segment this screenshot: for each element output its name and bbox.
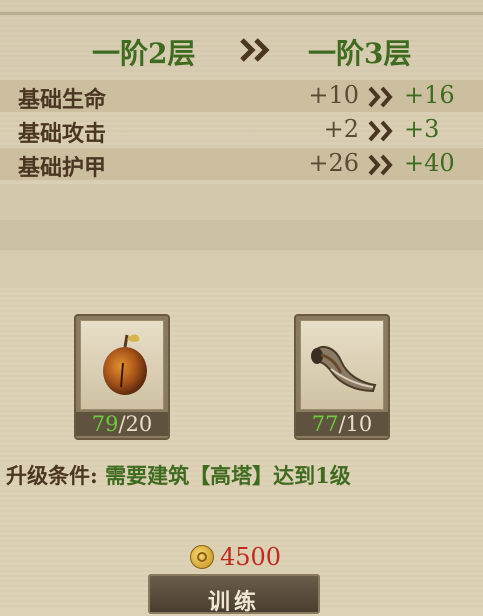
stat-row-hp: 基础生命 +10 +16: [0, 80, 483, 113]
material-icon-frame: [80, 320, 164, 410]
stat-from-value: +2: [323, 115, 359, 143]
tier-from: 一阶2层: [92, 37, 196, 70]
double-chevron-icon: [368, 86, 393, 108]
material-count: 77/10: [296, 412, 388, 436]
horn-icon: [311, 345, 377, 393]
cost-value: 4500: [220, 543, 282, 571]
divider-band: [0, 220, 483, 250]
stat-row-attack: 基础攻击 +2 +3: [0, 114, 483, 147]
material-need: /10: [338, 412, 373, 436]
stat-to-value: +3: [404, 115, 440, 143]
condition-text: 需要建筑【高塔】达到1级: [105, 463, 351, 488]
train-button[interactable]: 训练: [148, 574, 320, 615]
material-need: /20: [118, 412, 153, 436]
apple-icon: [103, 334, 147, 395]
divider-band: [0, 184, 483, 220]
stat-to-value: +40: [404, 149, 455, 177]
stat-label: 基础护甲: [18, 155, 107, 181]
divider-band: [0, 250, 483, 288]
upgrade-condition: 升级条件: 需要建筑【高塔】达到1级: [6, 460, 351, 490]
tier-to: 一阶3层: [308, 37, 412, 70]
material-slot-apple[interactable]: 79/20: [74, 314, 170, 440]
top-divider: [0, 12, 483, 15]
stat-from-value: +10: [308, 81, 359, 109]
tier-row: 一阶2层 一阶3层: [0, 30, 483, 74]
material-slot-horn[interactable]: 77/10: [294, 314, 390, 440]
material-count: 79/20: [76, 412, 168, 436]
double-chevron-icon: [240, 38, 270, 62]
condition-label: 升级条件:: [6, 463, 98, 488]
stat-to-value: +16: [404, 81, 455, 109]
double-chevron-icon: [368, 120, 393, 142]
upgrade-panel: 一阶2层 一阶3层 基础生命 +10 +16 基础攻击 +2 +3 基础护甲 +…: [0, 0, 483, 615]
stat-from-value: +26: [308, 149, 359, 177]
material-icon-frame: [300, 320, 384, 410]
stat-row-armor: 基础护甲 +26 +40: [0, 148, 483, 181]
gold-coin-icon: [190, 545, 214, 569]
train-button-label: 训练: [207, 589, 260, 615]
material-have: 77: [311, 412, 339, 436]
stat-label: 基础攻击: [18, 121, 107, 147]
double-chevron-icon: [368, 154, 393, 176]
material-have: 79: [91, 412, 119, 436]
stat-label: 基础生命: [18, 87, 107, 113]
